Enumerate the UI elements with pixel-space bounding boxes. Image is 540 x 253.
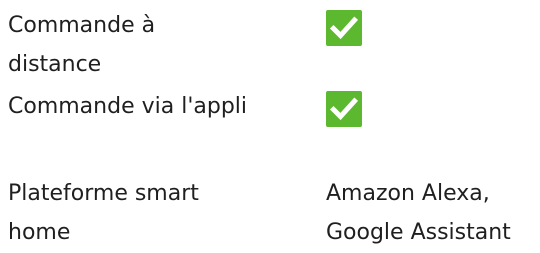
- spec-value: Amazon Alexa, Google Assistant: [326, 181, 511, 245]
- spec-table: Commande à distance Commande via l'appli…: [0, 0, 540, 253]
- spec-label: Plateforme smart home: [8, 181, 199, 245]
- checkmark-square-icon: [326, 91, 362, 127]
- checkmark-square-icon: [326, 10, 362, 46]
- spec-label: Commande à distance: [8, 13, 156, 77]
- spec-label: Commande via l'appli: [8, 94, 248, 119]
